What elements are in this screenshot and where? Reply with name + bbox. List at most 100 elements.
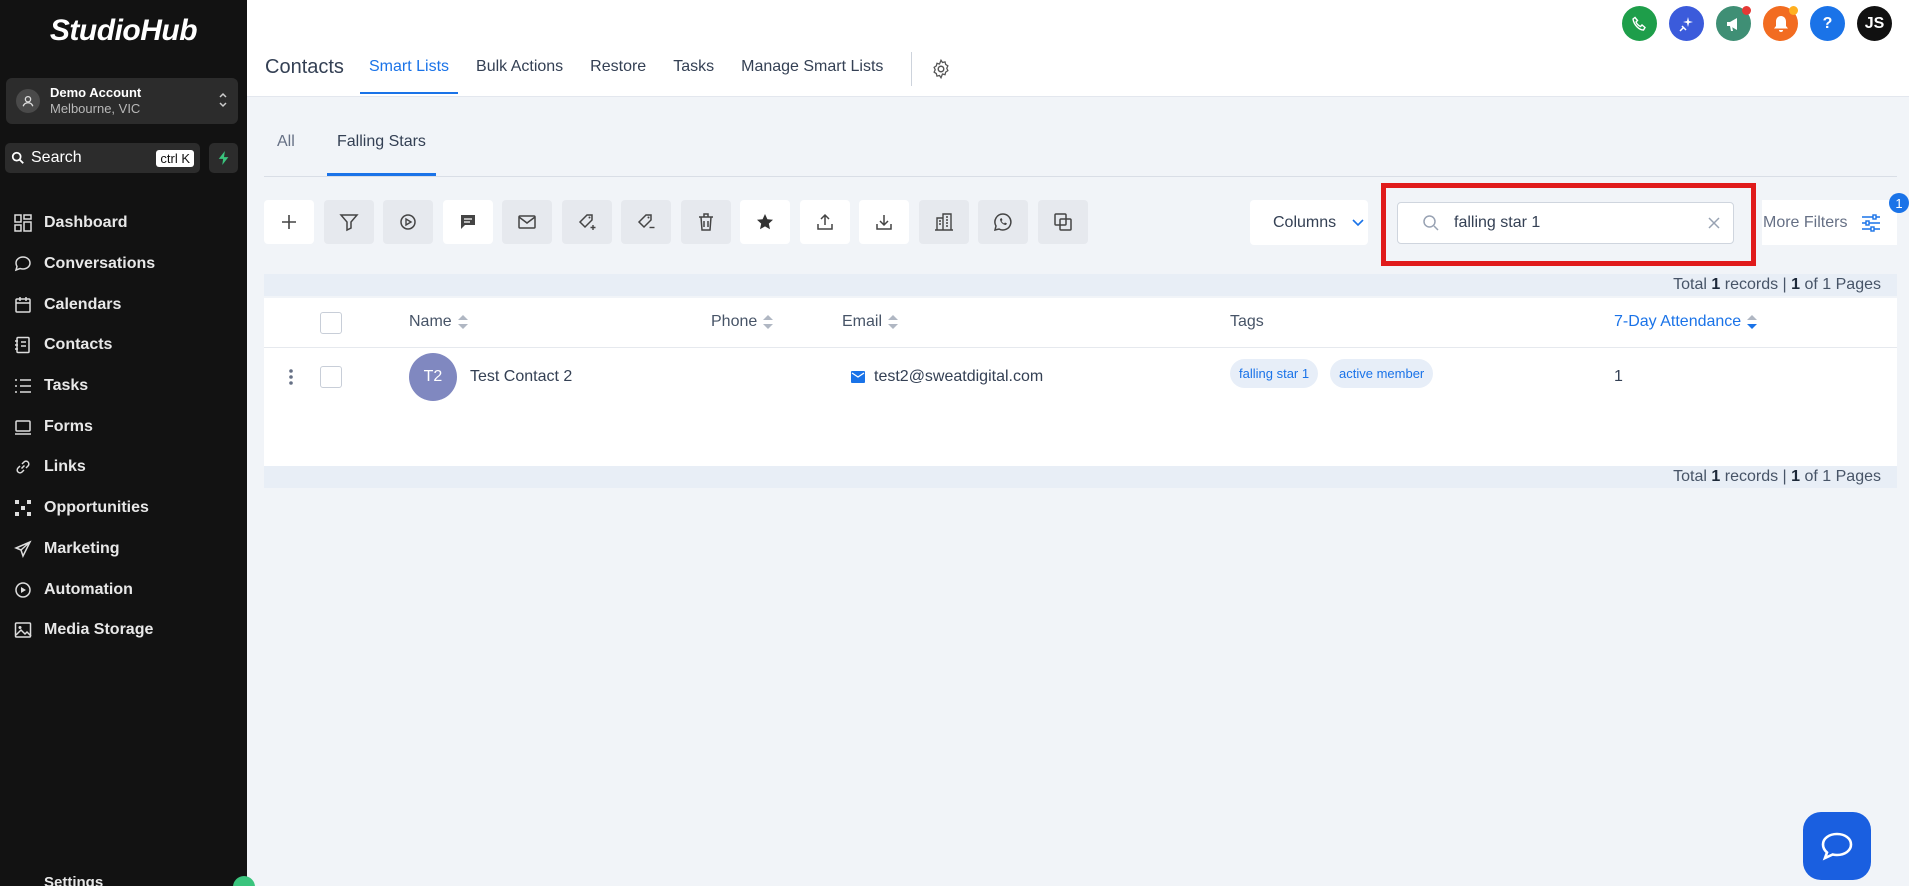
- sidebar-item-opportunities[interactable]: Opportunities: [0, 488, 247, 529]
- review-request-button[interactable]: [740, 200, 790, 244]
- tag-chip[interactable]: active member: [1330, 359, 1434, 388]
- column-header-name[interactable]: Name: [409, 313, 469, 331]
- sidebar-item-calendars[interactable]: Calendars: [0, 284, 247, 325]
- notifications-button[interactable]: [1763, 6, 1798, 41]
- search-icon: [11, 151, 24, 164]
- column-header-phone[interactable]: Phone: [711, 313, 774, 331]
- row-menu-icon[interactable]: [289, 368, 293, 391]
- account-switcher[interactable]: Demo Account Melbourne, VIC: [6, 78, 238, 124]
- sidebar-search[interactable]: Search ctrl K: [5, 143, 200, 173]
- tab-manage-smart-lists[interactable]: Manage Smart Lists: [741, 58, 883, 97]
- sliders-icon: [1862, 213, 1881, 232]
- add-to-company-button[interactable]: [918, 200, 969, 244]
- merge-button[interactable]: [1037, 200, 1088, 244]
- contact-name[interactable]: Test Contact 2: [470, 368, 572, 386]
- sidebar-item-media-storage[interactable]: Media Storage: [0, 610, 247, 651]
- announcements-button[interactable]: [1716, 6, 1751, 41]
- columns-dropdown[interactable]: Columns: [1250, 200, 1368, 245]
- sidebar-item-links[interactable]: Links: [0, 447, 247, 488]
- sort-icon: [887, 313, 899, 331]
- support-chat-button[interactable]: [1803, 812, 1871, 880]
- upload-icon: [816, 213, 833, 230]
- ai-assistant-button[interactable]: [1669, 6, 1704, 41]
- import-button[interactable]: [859, 200, 909, 244]
- quick-actions-button[interactable]: [209, 143, 238, 173]
- sidebar-nav: Dashboard Conversations Calendars Contac…: [0, 203, 247, 651]
- mail-icon: [851, 371, 865, 383]
- account-icon: [16, 89, 40, 113]
- add-contact-button[interactable]: [264, 200, 314, 244]
- copy-icon: [1053, 213, 1072, 231]
- account-location: Melbourne, VIC: [50, 101, 141, 116]
- column-header-email[interactable]: Email: [842, 313, 899, 331]
- sidebar-item-label: Calendars: [44, 295, 122, 313]
- user-initials: JS: [1864, 14, 1885, 32]
- table-row[interactable]: T2 Test Contact 2 test2@sweatdigital.com…: [264, 348, 1897, 408]
- header-actions: ? JS: [1610, 6, 1892, 41]
- sidebar-item-dashboard[interactable]: Dashboard: [0, 203, 247, 244]
- help-button[interactable]: ?: [1810, 6, 1845, 41]
- bell-icon: [1773, 15, 1788, 32]
- sidebar-item-label: Contacts: [44, 336, 113, 354]
- chat-icon: [14, 256, 31, 272]
- message-icon: [460, 215, 475, 229]
- gear-icon[interactable]: [930, 58, 952, 85]
- sidebar-item-conversations[interactable]: Conversations: [0, 244, 247, 285]
- sidebar-item-label: Opportunities: [44, 499, 149, 517]
- send-icon: [14, 540, 32, 558]
- more-filters-button[interactable]: More Filters: [1762, 200, 1897, 245]
- sidebar-item-settings[interactable]: Settings: [44, 874, 103, 886]
- totals-prefix: Total: [1673, 468, 1712, 485]
- tasks-icon: [15, 379, 31, 393]
- send-sms-button[interactable]: [442, 200, 493, 244]
- whatsapp-button[interactable]: [978, 200, 1028, 244]
- search-highlight-box: [1381, 183, 1756, 266]
- sidebar-item-automation[interactable]: Automation: [0, 569, 247, 610]
- whatsapp-icon: [993, 213, 1012, 232]
- select-all-checkbox[interactable]: [320, 312, 342, 334]
- subtab-all[interactable]: All: [277, 133, 295, 151]
- subtab-falling-stars[interactable]: Falling Stars: [327, 133, 436, 176]
- export-button[interactable]: [799, 200, 850, 244]
- column-header-attendance[interactable]: 7-Day Attendance: [1614, 313, 1758, 331]
- automation-button[interactable]: [383, 200, 433, 244]
- totals-page: 1: [1791, 468, 1801, 485]
- remove-tag-button[interactable]: [621, 200, 671, 244]
- sidebar: StudioHub Demo Account Melbourne, VIC Se…: [0, 0, 255, 886]
- phone-button[interactable]: [1622, 6, 1657, 41]
- tab-restore[interactable]: Restore: [590, 58, 646, 97]
- calendar-icon: [15, 296, 31, 313]
- tab-bulk-actions[interactable]: Bulk Actions: [476, 58, 563, 97]
- totals-suffix: of 1 Pages: [1800, 468, 1881, 485]
- tab-divider: [911, 52, 912, 86]
- contacts-icon: [15, 337, 30, 354]
- tab-tasks[interactable]: Tasks: [673, 58, 714, 97]
- more-filters-label: More Filters: [1763, 213, 1848, 231]
- user-avatar[interactable]: JS: [1857, 6, 1892, 41]
- pagination-summary-top: Total 1 records | 1 of 1 Pages: [264, 274, 1897, 296]
- brand-logo[interactable]: StudioHub: [0, 14, 247, 48]
- smart-list-tabs: All Falling Stars: [264, 116, 1897, 177]
- chevron-down-icon: [1352, 218, 1364, 226]
- add-tag-button[interactable]: [561, 200, 612, 244]
- sidebar-item-forms[interactable]: Forms: [0, 406, 247, 447]
- contact-email[interactable]: test2@sweatdigital.com: [851, 368, 1043, 386]
- sidebar-item-tasks[interactable]: Tasks: [0, 366, 247, 407]
- tab-smart-lists[interactable]: Smart Lists: [359, 58, 459, 97]
- account-name: Demo Account: [50, 85, 142, 100]
- tag-chip[interactable]: falling star 1: [1230, 359, 1319, 388]
- filter-button[interactable]: [323, 200, 374, 244]
- row-checkbox[interactable]: [320, 366, 342, 388]
- totals-prefix: Total: [1673, 276, 1712, 293]
- delete-button[interactable]: [680, 200, 731, 244]
- totals-mid: records |: [1720, 276, 1792, 293]
- attendance-value: 1: [1614, 368, 1623, 385]
- contacts-table: Name Phone Email Tags 7-Day Attendance T…: [264, 298, 1897, 467]
- sidebar-item-contacts[interactable]: Contacts: [0, 325, 247, 366]
- send-email-button[interactable]: [502, 200, 552, 244]
- sidebar-item-label: Forms: [44, 417, 93, 435]
- filter-count-badge: 1: [1889, 193, 1909, 213]
- automation-icon: [400, 214, 416, 230]
- sidebar-item-marketing[interactable]: Marketing: [0, 529, 247, 570]
- column-label: Phone: [711, 313, 758, 330]
